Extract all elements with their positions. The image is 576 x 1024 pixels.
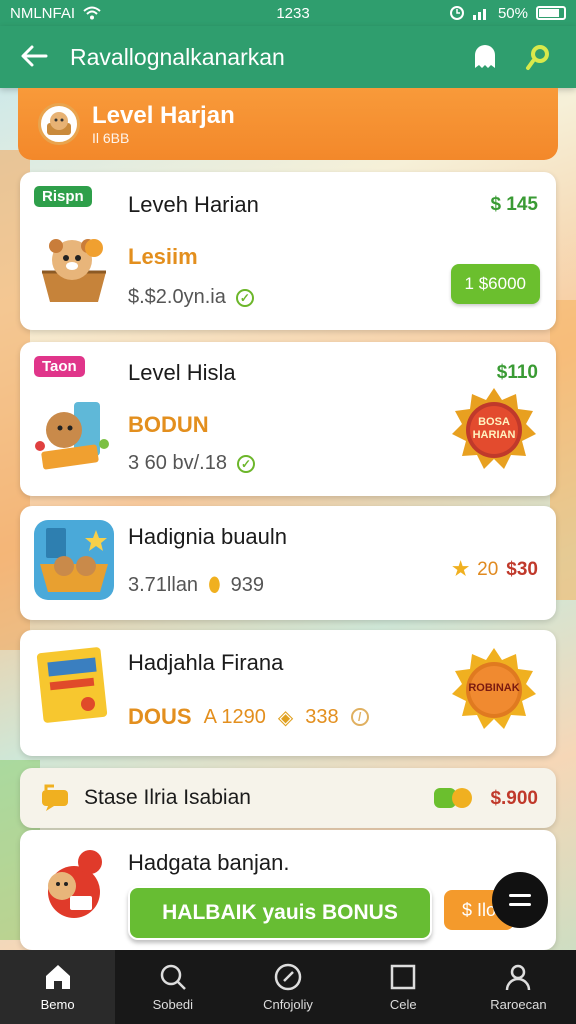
nav-label: Sobedi: [152, 996, 194, 1012]
back-button[interactable]: [20, 39, 70, 76]
home-icon: [45, 964, 70, 989]
card-rating: 20: [477, 558, 499, 580]
card-price-group: ★ 20 $30: [452, 558, 538, 581]
toggle-coin-icon: [434, 788, 472, 808]
banner-title: Level Harjan: [92, 102, 235, 129]
check-icon: ✓: [235, 288, 254, 307]
reward-card[interactable]: Hadjahla Firana DOUS A 1290 ◈ 338 / ROBI…: [20, 630, 556, 756]
menu-fab[interactable]: [492, 872, 548, 928]
search-button[interactable]: [522, 40, 556, 74]
card-meta-text: 3 60 bv/.18: [128, 452, 227, 474]
nav-label: Raroecan: [490, 996, 547, 1012]
compass-icon: [274, 963, 302, 990]
mascot-avatar: [38, 103, 80, 145]
card-title: Level Hisla: [128, 360, 236, 385]
card-meta-text: 3.71llan: [128, 574, 199, 596]
ticket-mascot-icon: [35, 402, 109, 470]
section-row[interactable]: Stase Ilria Isabian $.900: [20, 768, 556, 828]
card-meta: 3.71llan ⬮ 939: [128, 574, 264, 597]
battery-percent: 50%: [497, 4, 528, 22]
nav-item-profile[interactable]: Raroecan: [461, 950, 576, 1024]
card-tag: Rispn: [34, 186, 92, 207]
check-icon: ✓: [236, 454, 255, 473]
coin-icon: ⬮: [208, 574, 221, 596]
card-price: $30: [506, 558, 538, 580]
nav-item-home[interactable]: Bemo: [0, 950, 116, 1024]
section-title: Stase Ilria Isabian: [84, 786, 251, 809]
menu-icon: [509, 894, 531, 897]
square-icon: [390, 964, 416, 989]
nav-item-search[interactable]: Sobedi: [115, 950, 230, 1024]
level-banner: Level Harjan Il 6BB: [18, 88, 558, 160]
menu-icon: [509, 903, 531, 906]
book-icon: [36, 647, 108, 723]
card-title: Leveh Harian: [128, 192, 259, 217]
page-title: Ravallognalkanarkan: [70, 43, 285, 70]
nav-label: Cele: [389, 996, 417, 1012]
check-icon: /: [350, 708, 369, 726]
card-price: $ 145: [490, 194, 538, 215]
alarm-icon: [449, 6, 464, 20]
card-meta-text: $.$2.0yn.ia: [128, 286, 226, 308]
app-bar: Ravallognalkanarkan: [0, 26, 576, 88]
card-subtitle: Lesiim: [128, 244, 198, 269]
nav-label: Bemo: [40, 996, 75, 1012]
reward-card[interactable]: Hadignia buauln 3.71llan ⬮ 939 ★ 20 $30: [20, 506, 556, 620]
card-price: $110: [496, 362, 538, 383]
signal-icon: [472, 9, 486, 20]
user-icon: [506, 964, 531, 990]
red-mascot-icon: [48, 850, 102, 918]
reward-card[interactable]: Rispn Leveh Harian Lesiim $.$2.0yn.ia ✓ …: [20, 172, 556, 330]
bonus-button[interactable]: HALBAIK yauis BONUS: [128, 886, 432, 940]
card-meta: 3 60 bv/.18 ✓: [128, 452, 255, 475]
card-title: Hadignia buauln: [128, 524, 288, 549]
nav-label: Cnfojoliy: [263, 996, 313, 1012]
search-icon: [160, 964, 186, 990]
reward-badge: BOSA HARIAN: [450, 386, 538, 474]
chat-icon: [42, 784, 68, 811]
mascot-icon: [47, 112, 71, 135]
card-subtitle: DOUS: [128, 704, 192, 729]
profile-button[interactable]: [468, 40, 502, 74]
battery-icon: [536, 6, 566, 20]
bottom-nav: Bemo Sobedi Cnfojoliy Cele Raroecan: [0, 950, 576, 1024]
claim-button[interactable]: 1 $6000: [450, 264, 540, 304]
badge-label: ROBINAK: [468, 682, 520, 694]
ghost-icon: [475, 45, 495, 68]
banner-subtitle: Il 6BB: [92, 130, 130, 146]
star-icon: ★: [452, 559, 470, 580]
magnifier-icon: [526, 45, 549, 70]
nav-item-square[interactable]: Cele: [346, 950, 461, 1024]
card-meta: DOUS A 1290 ◈ 338 /: [128, 704, 369, 730]
card-meta-count: 338: [305, 705, 339, 728]
diamond-icon: ◈: [277, 706, 294, 729]
section-price: $.900: [490, 788, 538, 809]
reward-badge: ROBINAK: [450, 646, 538, 734]
card-title: Hadjahla Firana: [128, 650, 284, 675]
basket-mascot-icon: [42, 239, 106, 302]
wifi-icon: [83, 6, 101, 20]
reward-card[interactable]: Taon Level Hisla BODUN 3 60 bv/.18 ✓ $11…: [20, 342, 556, 496]
card-meta: $.$2.0yn.ia ✓: [128, 286, 254, 309]
card-meta-value: A 1290: [203, 705, 266, 728]
card-tag: Taon: [34, 356, 85, 377]
carrier-label: NMLNFAI: [10, 4, 76, 22]
back-arrow-icon: [21, 45, 48, 66]
card-title: Hadgata banjan.: [128, 850, 290, 875]
status-time: 1233: [276, 4, 310, 22]
status-bar: NMLNFAI 1233 50%: [0, 0, 576, 26]
card-subtitle: BODUN: [128, 412, 209, 437]
badge-label: BOSA HARIAN: [472, 416, 516, 441]
basket-icon: [34, 520, 114, 600]
card-meta-count: 939: [230, 574, 264, 596]
nav-item-explore[interactable]: Cnfojoliy: [230, 950, 345, 1024]
